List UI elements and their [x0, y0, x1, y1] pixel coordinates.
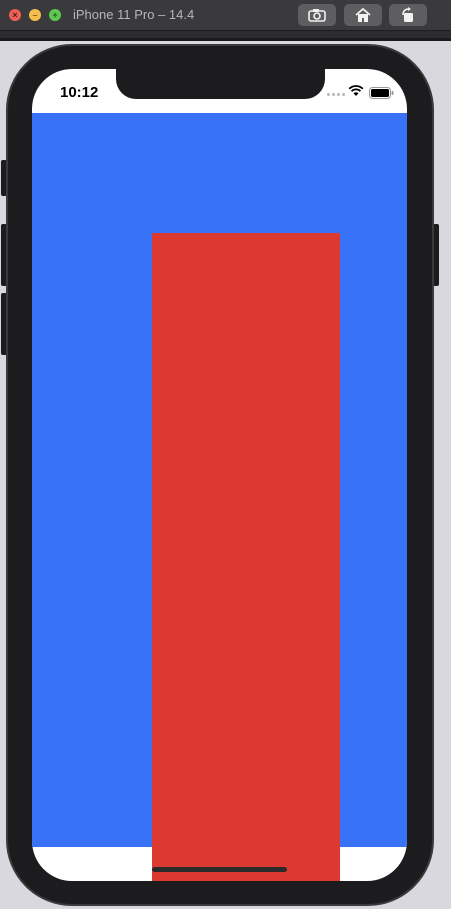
screenshot-button[interactable]	[298, 4, 336, 26]
battery-icon	[369, 87, 394, 99]
rotate-button[interactable]	[389, 4, 427, 26]
minimize-icon: –	[32, 10, 38, 20]
rotate-icon	[402, 7, 413, 22]
zoom-window-button[interactable]: +	[49, 9, 61, 21]
red-view	[152, 233, 340, 881]
cellular-signal-icon	[327, 93, 345, 96]
close-window-button[interactable]: ×	[9, 9, 21, 21]
minimize-window-button[interactable]: –	[29, 9, 41, 21]
zoom-icon: +	[52, 10, 58, 20]
home-icon	[355, 7, 371, 22]
menu-bar-strip	[0, 31, 451, 41]
window-title: iPhone 11 Pro – 14.4	[73, 7, 195, 22]
wifi-icon	[348, 85, 364, 96]
close-icon: ×	[12, 10, 18, 20]
home-indicator[interactable]	[152, 867, 287, 872]
simulator-title-bar: × – + iPhone 11 Pro – 14.4	[0, 0, 451, 31]
camera-icon	[308, 9, 326, 22]
status-time: 10:12	[60, 84, 99, 101]
notch	[116, 69, 325, 99]
device-screen: 10:12	[32, 69, 407, 881]
home-button[interactable]	[344, 4, 382, 26]
